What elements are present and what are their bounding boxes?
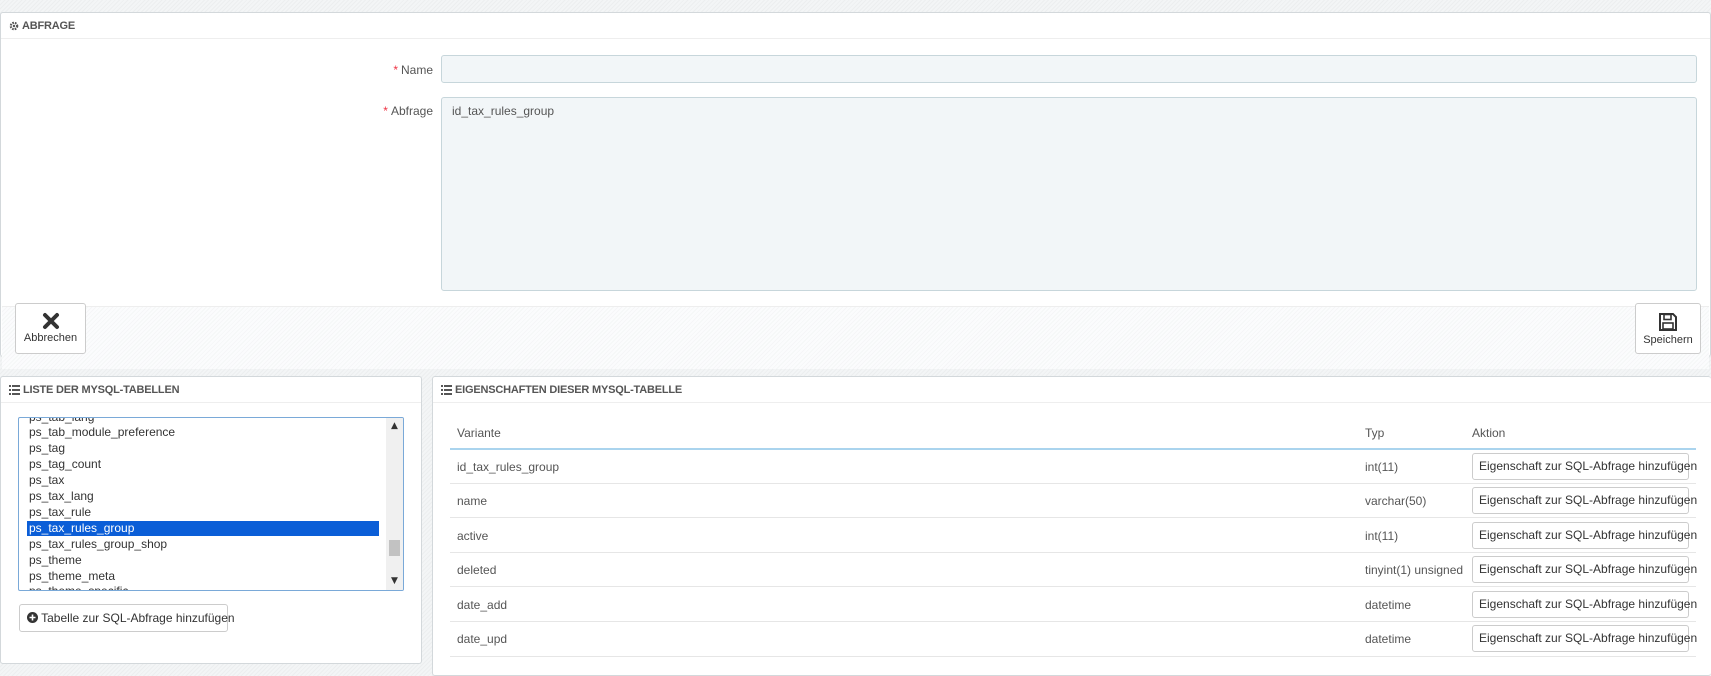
property-name: deleted	[457, 563, 497, 577]
row-divider	[450, 656, 1696, 657]
name-label-text: Name	[400, 63, 433, 77]
list-icon	[441, 379, 452, 405]
tables-listbox[interactable]: ps_tab_lang ps_tab_module_preference ps_…	[18, 417, 404, 591]
query-label: * Abfrage	[361, 104, 433, 118]
table-option[interactable]: ps_tab_lang	[27, 418, 379, 425]
property-type: datetime	[1365, 632, 1412, 646]
add-table-button[interactable]: Tabelle zur SQL-Abfrage hinzufügen	[19, 604, 235, 632]
add-property-button[interactable]: Eigenschaft zur SQL-Abfrage hinzufügen	[1472, 487, 1697, 514]
add-property-button[interactable]: Eigenschaft zur SQL-Abfrage hinzufügen	[1472, 556, 1697, 583]
form-footer	[2, 306, 1709, 369]
query-panel-title: ABFRAGE	[22, 20, 75, 32]
add-property-button[interactable]: Eigenschaft zur SQL-Abfrage hinzufügen	[1472, 453, 1697, 480]
property-name: name	[457, 494, 488, 508]
column-header-aktion: Aktion	[1472, 426, 1506, 440]
table-option-selected[interactable]: ps_tax_rules_group	[26, 520, 380, 537]
property-name: id_tax_rules_group	[457, 460, 560, 474]
column-header-variante: Variante	[457, 426, 501, 440]
property-name: date_add	[457, 598, 508, 612]
row-divider	[450, 621, 1696, 622]
query-panel: ABFRAGE * Name * Abfrage id_tax_rules_grou…	[0, 12, 1711, 369]
close-icon	[16, 312, 85, 330]
scroll-down-arrow-icon[interactable]: ▼	[386, 573, 403, 590]
table-option[interactable]: ps_theme	[27, 553, 379, 568]
name-input[interactable]	[441, 55, 1697, 83]
scroll-thumb[interactable]	[389, 540, 400, 556]
row-divider	[450, 552, 1696, 553]
add-property-button[interactable]: Eigenschaft zur SQL-Abfrage hinzufügen	[1472, 522, 1697, 549]
row-divider	[450, 483, 1696, 484]
tables-panel-title: LISTE DER MYSQL-TABELLEN	[23, 384, 180, 396]
properties-panel-heading: EIGENSCHAFTEN DIESER MYSQL-TABELLE	[433, 377, 1711, 403]
name-label: * Name	[361, 63, 433, 77]
properties-panel-title: EIGENSCHAFTEN DIESER MYSQL-TABELLE	[455, 384, 683, 396]
table-option[interactable]: ps_tax_rule	[27, 505, 379, 520]
plus-circle-icon	[27, 606, 38, 632]
query-textarea[interactable]: id_tax_rules_group	[441, 97, 1697, 291]
add-property-button[interactable]: Eigenschaft zur SQL-Abfrage hinzufügen	[1472, 625, 1697, 652]
table-option[interactable]: ps_tab_module_preference	[27, 425, 379, 440]
query-label-text: Abfrage	[390, 104, 433, 118]
cancel-button[interactable]: Abbrechen	[15, 303, 86, 354]
column-header-typ: Typ	[1365, 426, 1385, 440]
listbox-scrollbar[interactable]: ▲ ▼	[386, 418, 403, 590]
save-button-label: Speichern	[1643, 334, 1693, 346]
add-table-button-label: Tabelle zur SQL-Abfrage hinzufügen	[41, 611, 235, 625]
save-button[interactable]: Speichern	[1635, 303, 1701, 354]
table-option[interactable]: ps_theme_meta	[27, 569, 379, 584]
cancel-button-label: Abbrechen	[23, 332, 78, 344]
property-type: tinyint(1) unsigned	[1365, 563, 1464, 577]
property-type: int(11)	[1365, 529, 1399, 543]
row-divider	[450, 517, 1696, 518]
table-option[interactable]: ps_tax_lang	[27, 489, 379, 504]
property-type: varchar(50)	[1365, 494, 1427, 508]
table-option[interactable]: ps_tag	[27, 441, 379, 456]
property-type: datetime	[1365, 598, 1412, 612]
table-option[interactable]: ps_tag_count	[27, 457, 379, 472]
tables-panel-heading: LISTE DER MYSQL-TABELLEN	[1, 377, 421, 403]
property-name: active	[457, 529, 489, 543]
property-type: int(11)	[1365, 460, 1399, 474]
gear-icon	[9, 15, 19, 41]
list-icon	[9, 379, 20, 405]
row-divider	[450, 586, 1696, 587]
floppy-disk-icon	[1636, 312, 1700, 332]
table-option[interactable]: ps_theme_specific	[27, 584, 379, 590]
required-asterisk: *	[393, 63, 398, 77]
property-name: date_upd	[457, 632, 508, 646]
table-option[interactable]: ps_tax_rules_group_shop	[27, 537, 379, 552]
table-header-divider	[450, 448, 1696, 450]
required-asterisk: *	[383, 104, 388, 118]
scroll-up-arrow-icon[interactable]: ▲	[386, 418, 403, 435]
table-option[interactable]: ps_tax	[27, 473, 379, 488]
query-panel-heading: ABFRAGE	[1, 13, 1710, 39]
add-property-button[interactable]: Eigenschaft zur SQL-Abfrage hinzufügen	[1472, 591, 1697, 618]
